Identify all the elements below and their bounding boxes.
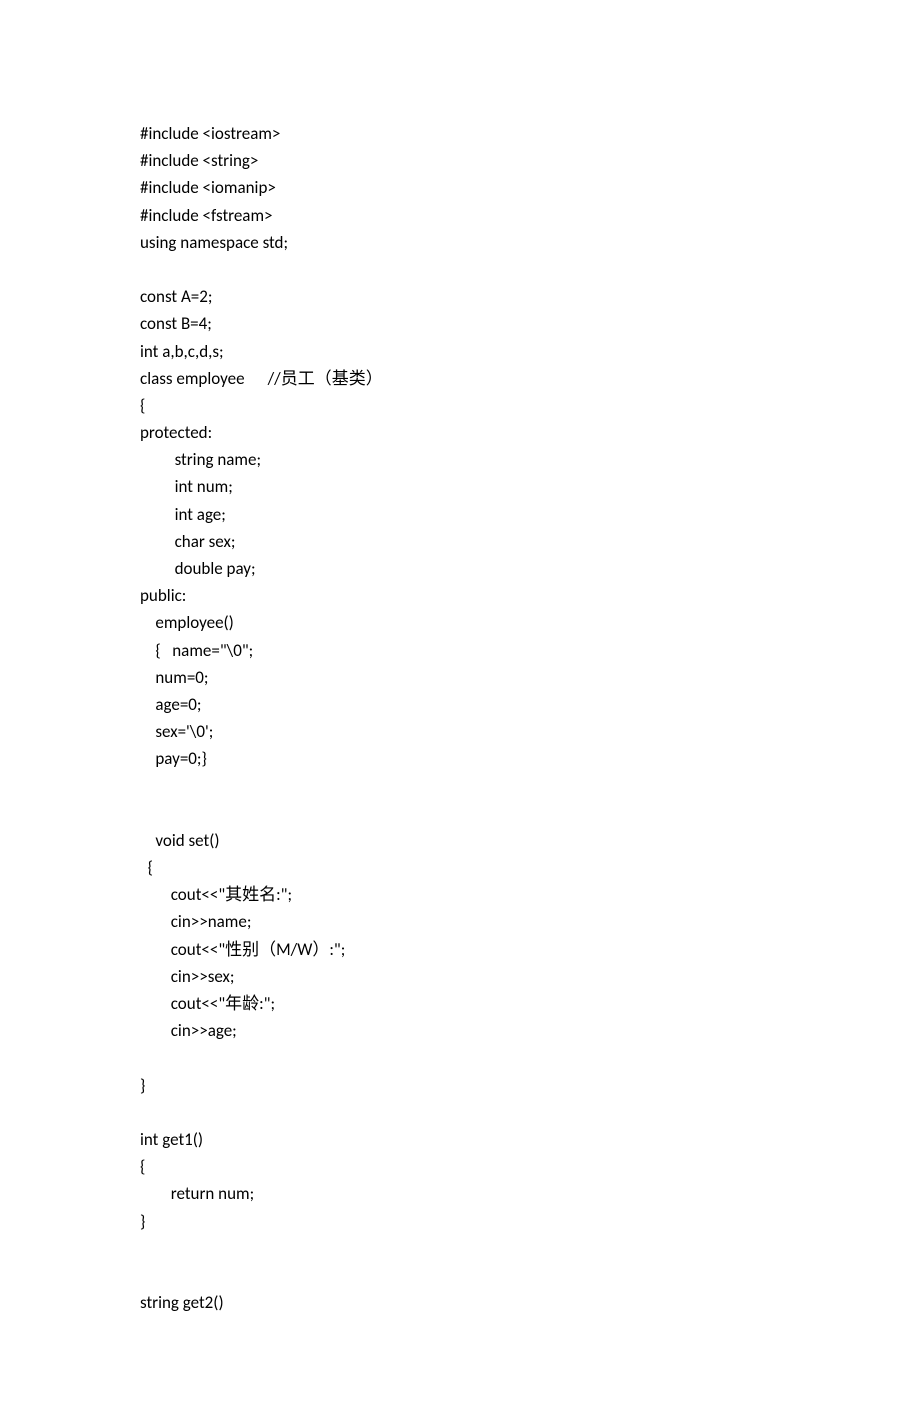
code-line: string get2() [140,1289,780,1316]
code-line: cin>>sex; [140,963,780,990]
code-line: const B=4; [140,310,780,337]
code-line: cin>>name; [140,908,780,935]
code-line: cout<<"其姓名:"; [140,881,780,908]
code-line: num=0; [140,664,780,691]
code-line: } [140,1072,780,1099]
code-line [140,1262,780,1289]
code-line [140,1099,780,1126]
code-line: int get1() [140,1126,780,1153]
code-line: const A=2; [140,283,780,310]
code-line: #include <fstream> [140,202,780,229]
code-line: employee() [140,609,780,636]
code-line: class employee //员工（基类） [140,365,780,392]
code-line: cout<<"性别（M/W）:"; [140,936,780,963]
code-line: #include <iomanip> [140,174,780,201]
code-line: int num; [140,473,780,500]
code-line: #include <string> [140,147,780,174]
code-line: } [140,1208,780,1235]
code-line: int a,b,c,d,s; [140,338,780,365]
code-line: string name; [140,446,780,473]
code-line [140,800,780,827]
code-line: void set() [140,827,780,854]
code-line [140,773,780,800]
code-line [140,1235,780,1262]
document-page: #include <iostream>#include <string>#inc… [0,0,920,1416]
code-line: age=0; [140,691,780,718]
code-line: #include <iostream> [140,120,780,147]
code-line [140,256,780,283]
code-line: int age; [140,501,780,528]
code-line: pay=0;} [140,745,780,772]
code-line: sex='\0'; [140,718,780,745]
code-line: return num; [140,1180,780,1207]
code-block: #include <iostream>#include <string>#inc… [140,120,780,1316]
code-line: public: [140,582,780,609]
code-line: { name="\0"; [140,637,780,664]
code-line: { [140,854,780,881]
code-line [140,1044,780,1071]
code-line: cout<<"年龄:"; [140,990,780,1017]
code-line: { [140,392,780,419]
code-line: using namespace std; [140,229,780,256]
code-line: double pay; [140,555,780,582]
code-line: { [140,1153,780,1180]
code-line: protected: [140,419,780,446]
code-line: cin>>age; [140,1017,780,1044]
code-line: char sex; [140,528,780,555]
